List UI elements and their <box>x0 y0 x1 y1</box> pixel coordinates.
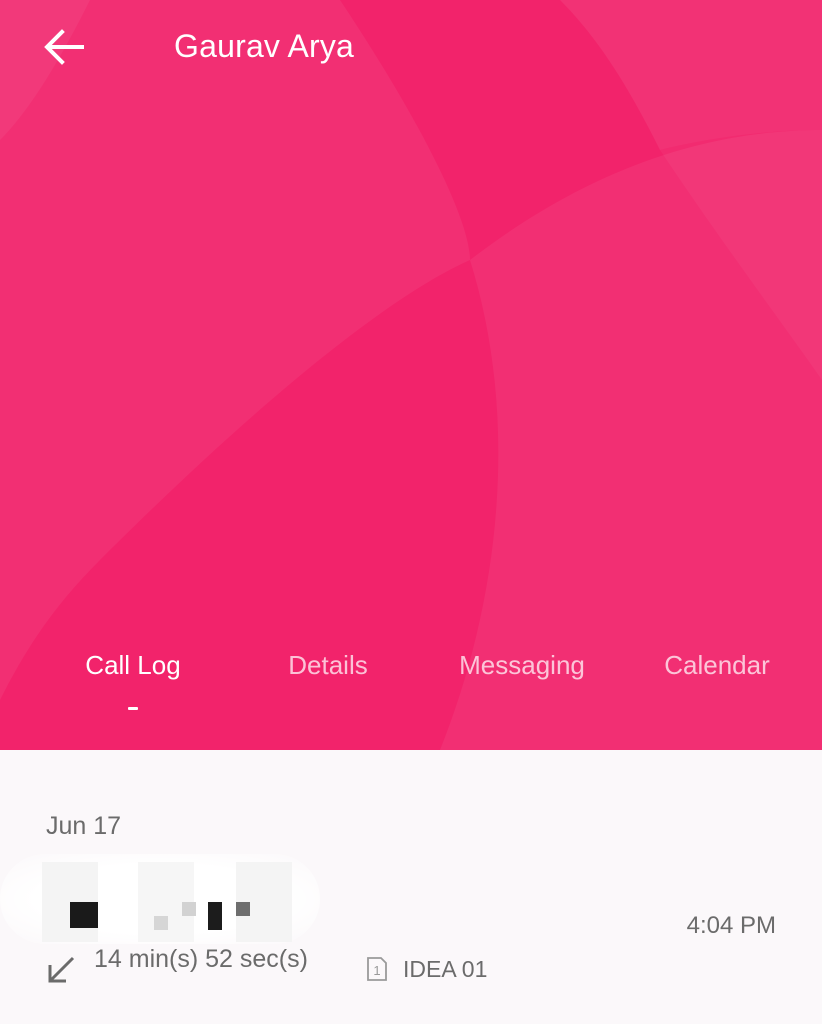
tab-messaging[interactable]: Messaging <box>444 650 600 706</box>
tab-details[interactable]: Details <box>272 650 384 706</box>
call-time: 4:04 PM <box>686 912 776 939</box>
redacted-number <box>0 854 320 944</box>
tab-messaging-label: Messaging <box>459 650 585 680</box>
contact-header-background: Gaurav Arya Call Log Details Messaging C… <box>0 0 822 750</box>
back-button[interactable] <box>36 22 92 72</box>
sim-card-icon: 1 <box>367 957 387 981</box>
date-group-header: Jun 17 <box>46 812 122 840</box>
redacted-block <box>70 902 98 928</box>
tab-call-log[interactable]: Call Log <box>74 650 192 710</box>
redacted-block <box>208 902 222 930</box>
sim-label: IDEA 01 <box>403 956 488 982</box>
incoming-call-arrow-icon <box>48 956 75 983</box>
arrow-left-icon <box>44 29 84 65</box>
top-app-bar: Gaurav Arya <box>0 0 822 96</box>
tab-details-label: Details <box>288 650 368 680</box>
decorative-waves <box>0 0 822 750</box>
tab-bar: Call Log Details Messaging Calendar <box>0 640 822 720</box>
tab-calendar[interactable]: Calendar <box>650 650 784 706</box>
sim-slot-number: 1 <box>373 963 380 978</box>
call-log-entry[interactable]: 4:04 PM 14 min(s) 52 sec(s) 1 IDEA 01 <box>0 850 822 1024</box>
redacted-block <box>154 916 168 930</box>
tab-call-log-label: Call Log <box>85 650 181 680</box>
contact-name-title: Gaurav Arya <box>174 28 355 64</box>
redacted-block <box>236 902 250 916</box>
redacted-block <box>182 902 196 916</box>
active-tab-indicator <box>128 707 138 710</box>
call-duration: 14 min(s) 52 sec(s) <box>94 945 308 973</box>
call-log-list: Jun 17 4:04 PM 14 min(s) 52 sec(s) 1 IDE… <box>0 750 822 1024</box>
tab-calendar-label: Calendar <box>664 650 770 680</box>
